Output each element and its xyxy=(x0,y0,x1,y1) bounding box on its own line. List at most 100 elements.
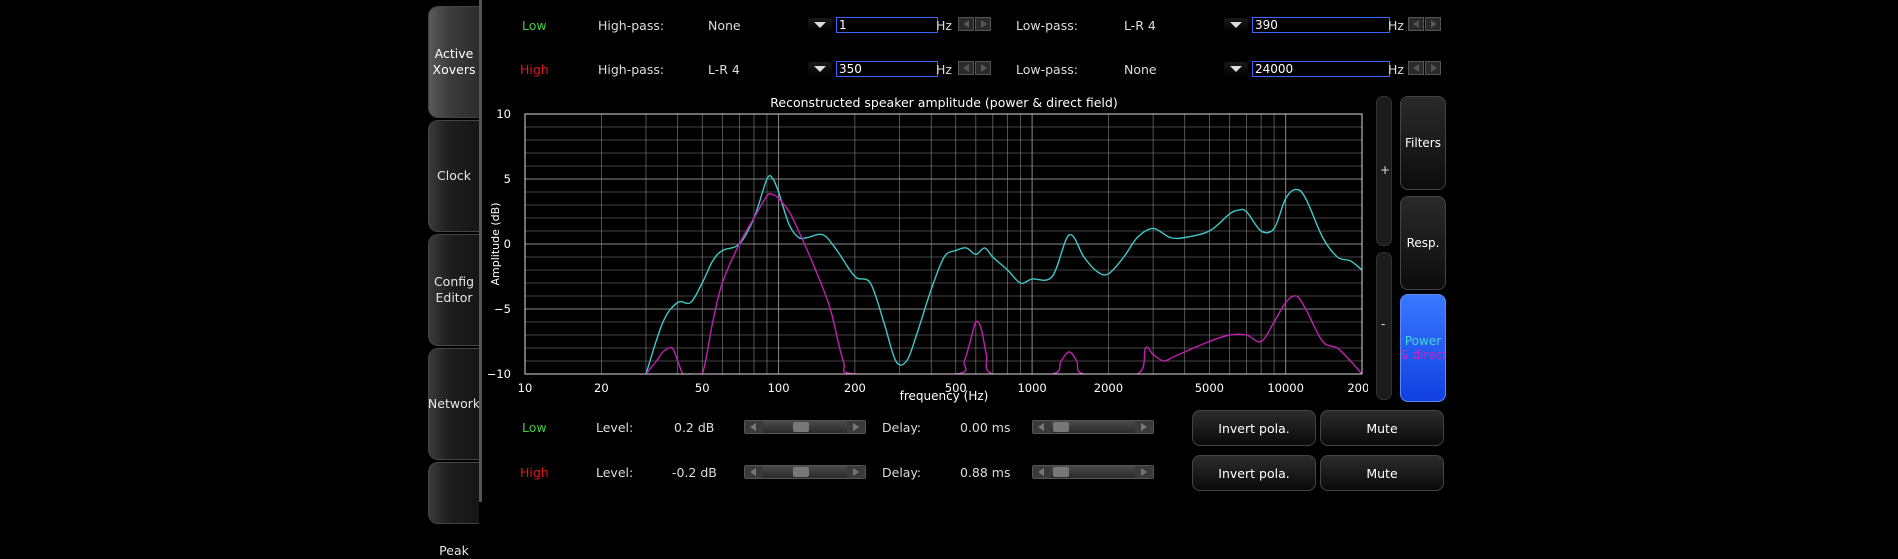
y-tick-label: 0 xyxy=(504,237,511,251)
highpass-frequency-input[interactable]: 1 xyxy=(836,17,938,33)
invert-polarity-button[interactable]: Invert pola. xyxy=(1192,455,1316,491)
x-tick-label: 200 xyxy=(844,381,866,395)
chevron-down-icon xyxy=(814,22,826,28)
filters-label: Filters xyxy=(1405,136,1441,150)
invert-label: Invert pola. xyxy=(1218,420,1290,436)
delay-slider[interactable] xyxy=(1032,420,1154,434)
x-tick-label: 1000 xyxy=(1017,381,1046,395)
invert-label: Invert pola. xyxy=(1218,465,1290,481)
lowpass-type-value: None xyxy=(1124,62,1157,77)
direct-label: & direct xyxy=(1400,348,1446,362)
zoom-out-scrollbar[interactable]: - xyxy=(1376,252,1392,400)
response-button[interactable]: Resp. xyxy=(1400,196,1446,290)
tab-label: Active Xovers xyxy=(432,46,476,77)
y-tick-label: −10 xyxy=(488,367,511,381)
filters-button[interactable]: Filters xyxy=(1400,96,1446,190)
x-tick-label: 2000 xyxy=(1094,381,1123,395)
slider-thumb[interactable] xyxy=(1053,422,1069,432)
unit-label: Hz xyxy=(1388,62,1404,77)
level-label: Level: xyxy=(596,465,634,480)
mute-label: Mute xyxy=(1366,420,1398,436)
band-label-low: Low xyxy=(522,420,547,435)
highpass-frequency-input[interactable]: 350 xyxy=(836,61,938,77)
slider-thumb[interactable] xyxy=(1053,467,1069,477)
increment-arrow-icon[interactable] xyxy=(1425,17,1441,31)
tab-divider xyxy=(479,0,482,502)
slider-right-arrow-icon[interactable] xyxy=(1135,466,1153,478)
increment-arrow-icon[interactable] xyxy=(975,17,991,31)
chevron-down-icon xyxy=(1230,66,1242,72)
y-tick-label: 10 xyxy=(496,107,511,121)
slider-right-arrow-icon[interactable] xyxy=(847,466,865,478)
lowpass-frequency-input[interactable]: 390 xyxy=(1252,17,1390,33)
slider-thumb[interactable] xyxy=(793,467,809,477)
highpass-type-value: None xyxy=(708,18,741,33)
y-tick-label: −5 xyxy=(494,302,511,316)
slider-left-arrow-icon[interactable] xyxy=(745,466,763,478)
chart-title: Reconstructed speaker amplitude (power &… xyxy=(770,95,1117,110)
invert-polarity-button[interactable]: Invert pola. xyxy=(1192,410,1316,446)
highpass-type-dropdown[interactable] xyxy=(808,18,832,32)
level-label: Level: xyxy=(596,420,634,435)
tab-peak[interactable]: Peak xyxy=(428,462,479,558)
decrement-arrow-icon[interactable] xyxy=(958,17,974,31)
zoom-in-scrollbar[interactable]: + xyxy=(1376,96,1392,246)
highpass-label: High-pass: xyxy=(598,62,665,77)
highpass-label: High-pass: xyxy=(598,18,665,33)
mute-label: Mute xyxy=(1366,465,1398,481)
band-label-high: High xyxy=(520,465,549,480)
slider-left-arrow-icon[interactable] xyxy=(1033,466,1051,478)
x-tick-label: 10 xyxy=(518,381,533,395)
x-tick-label: 100 xyxy=(768,381,790,395)
mute-button[interactable]: Mute xyxy=(1320,410,1444,446)
tab-label: Clock xyxy=(437,168,471,183)
tab-clock[interactable]: Clock xyxy=(428,120,479,232)
zoom-minus-label: - xyxy=(1381,317,1386,331)
slider-right-arrow-icon[interactable] xyxy=(847,421,865,433)
slider-right-arrow-icon[interactable] xyxy=(1135,421,1153,433)
increment-arrow-icon[interactable] xyxy=(1425,61,1441,75)
unit-label: Hz xyxy=(936,18,952,33)
slider-left-arrow-icon[interactable] xyxy=(745,421,763,433)
level-slider[interactable] xyxy=(744,420,866,434)
power-label: Power xyxy=(1404,334,1442,348)
level-slider[interactable] xyxy=(744,465,866,479)
band-label-high: High xyxy=(520,62,549,77)
unit-label: Hz xyxy=(936,62,952,77)
chart-ylabel: Amplitude (dB) xyxy=(489,203,502,286)
slider-left-arrow-icon[interactable] xyxy=(1033,421,1051,433)
lowpass-frequency-input[interactable]: 24000 xyxy=(1252,61,1390,77)
slider-thumb[interactable] xyxy=(793,422,809,432)
decrement-arrow-icon[interactable] xyxy=(1408,17,1424,31)
mute-button[interactable]: Mute xyxy=(1320,455,1444,491)
delay-slider[interactable] xyxy=(1032,465,1154,479)
lowpass-type-dropdown[interactable] xyxy=(1224,18,1248,32)
response-label: Resp. xyxy=(1406,236,1440,250)
decrement-arrow-icon[interactable] xyxy=(958,61,974,75)
highpass-type-dropdown[interactable] xyxy=(808,62,832,76)
zoom-plus-label: + xyxy=(1380,163,1391,177)
x-tick-label: 20 xyxy=(594,381,609,395)
highpass-type-value: L-R 4 xyxy=(708,62,740,77)
chart-xlabel: frequency (Hz) xyxy=(900,389,989,403)
tab-label: Network xyxy=(427,396,481,411)
chevron-down-icon xyxy=(1230,22,1242,28)
power-direct-button[interactable]: Power & direct xyxy=(1400,294,1446,402)
level-value: -0.2 dB xyxy=(672,465,717,480)
delay-value: 0.88 ms xyxy=(960,465,1011,480)
tab-network[interactable]: Network xyxy=(427,348,481,460)
lowpass-label: Low-pass: xyxy=(1016,62,1078,77)
chart-grid xyxy=(524,113,1363,375)
tab-active-xovers[interactable]: Active Xovers xyxy=(428,6,479,118)
x-tick-label: 5000 xyxy=(1195,381,1224,395)
x-tick-label: 2000 xyxy=(1347,381,1368,395)
x-tick-label: 10000 xyxy=(1267,381,1304,395)
lowpass-type-dropdown[interactable] xyxy=(1224,62,1248,76)
band-label-low: Low xyxy=(522,18,547,33)
x-tick-label: 50 xyxy=(695,381,710,395)
amplitude-chart: 1020501002005001000200050001000020001050… xyxy=(488,92,1368,404)
increment-arrow-icon[interactable] xyxy=(975,61,991,75)
decrement-arrow-icon[interactable] xyxy=(1408,61,1424,75)
tab-label: Peak xyxy=(439,543,469,558)
tab-config-editor[interactable]: Config Editor xyxy=(428,234,479,346)
